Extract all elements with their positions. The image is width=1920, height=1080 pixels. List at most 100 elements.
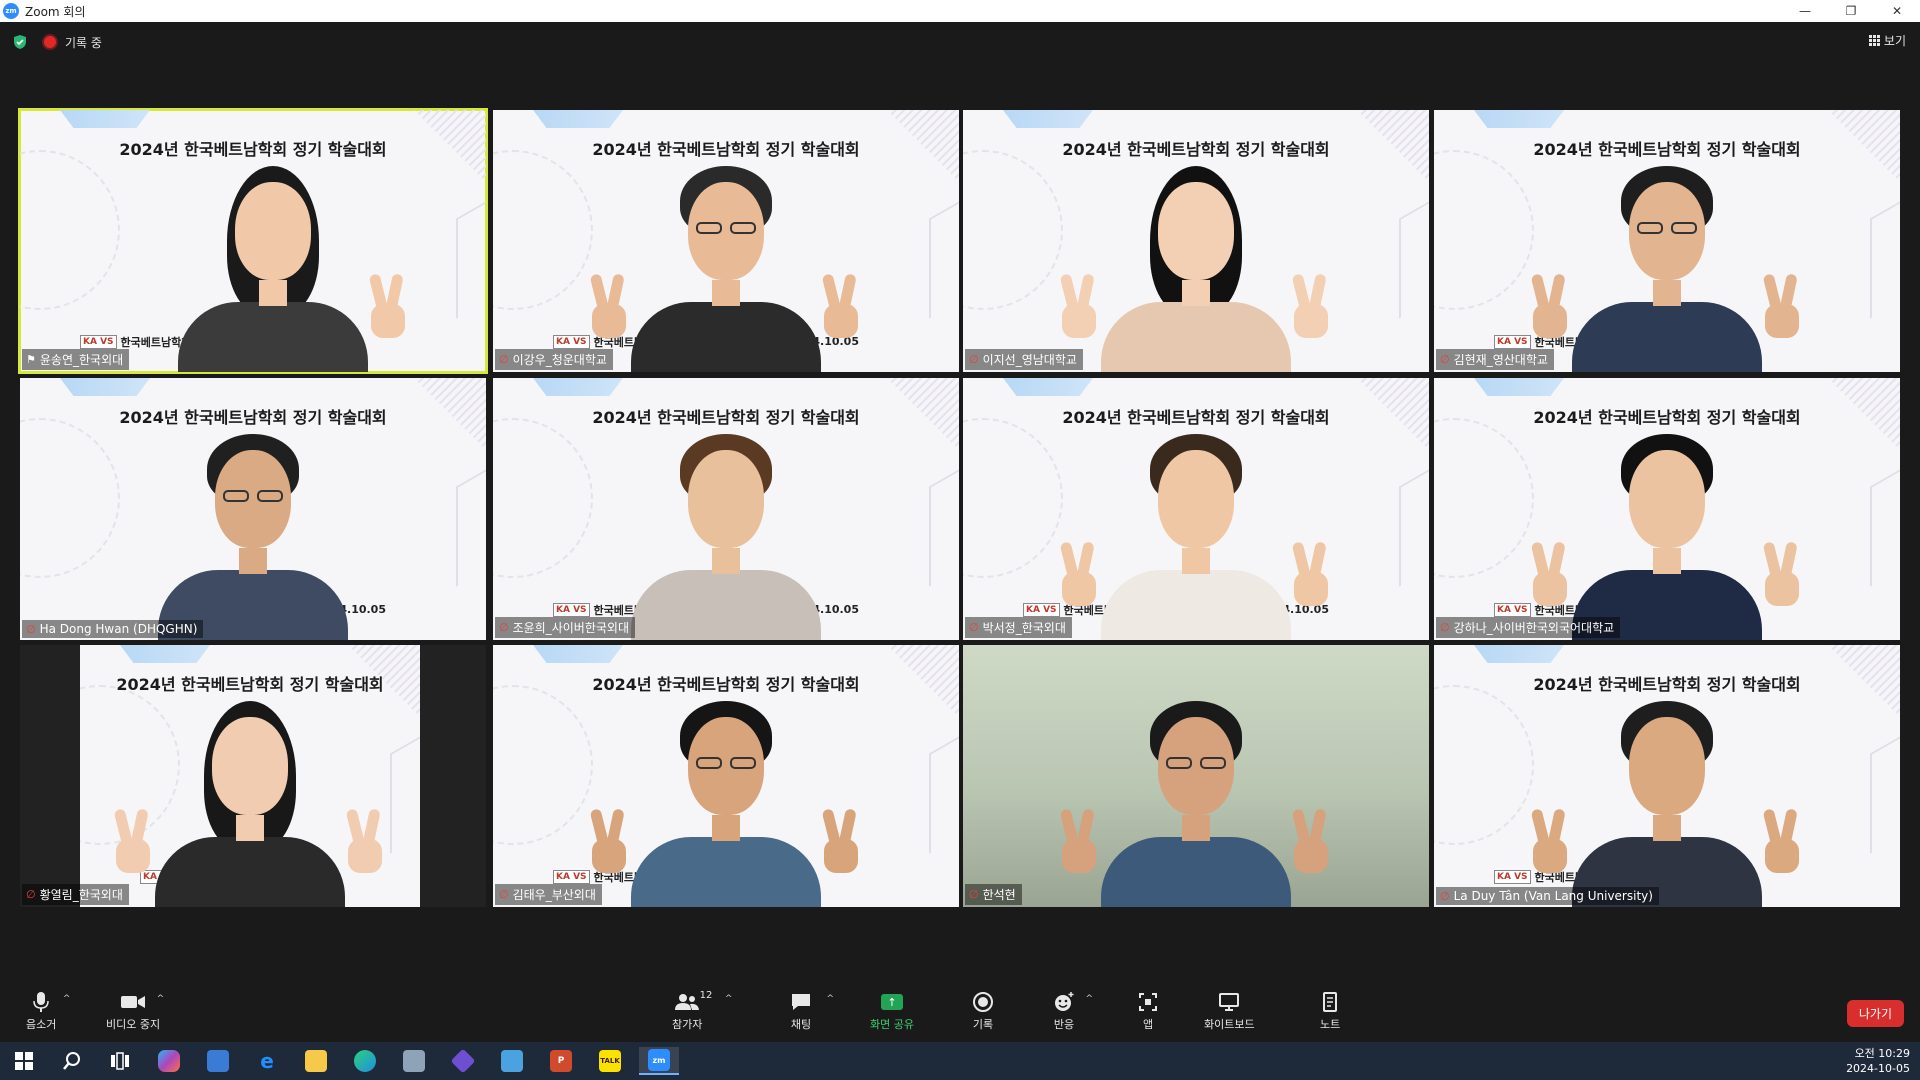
restore-icon[interactable]: ❐ bbox=[1828, 0, 1874, 22]
task-view-icon[interactable] bbox=[100, 1047, 140, 1075]
participant-video-tile[interactable]: ∅ 한석현 bbox=[963, 645, 1429, 907]
grid-icon bbox=[1868, 35, 1880, 46]
apps-button[interactable]: 앱 bbox=[1138, 990, 1158, 1032]
apps-label: 앱 bbox=[1142, 1018, 1154, 1031]
participant-video-tile[interactable]: 2024년 한국베트남학회 정기 학술대회 ∅ 이지선_영남대학교 bbox=[963, 110, 1429, 372]
close-icon[interactable]: ✕ bbox=[1874, 0, 1920, 22]
participant-person bbox=[963, 110, 1429, 372]
record-label: 기록 bbox=[972, 1018, 994, 1031]
peace-sign-hand bbox=[1056, 808, 1100, 873]
participant-video-tile[interactable]: 2024년 한국베트남학회 정기 학술대회 KA VS 한국베트남학회 ∅ La Duy… bbox=[1434, 645, 1900, 907]
peace-sign-hand bbox=[586, 808, 630, 873]
zoom-taskbar-icon[interactable]: zm bbox=[639, 1047, 679, 1075]
peace-sign-hand bbox=[110, 808, 154, 873]
zoom-app-icon: zm bbox=[3, 3, 19, 19]
participant-name: 김현재_영산대학교 bbox=[1453, 353, 1548, 367]
participant-video-tile[interactable]: 2024년 한국베트남학회 정기 학술대회 2024.10.05 KA VS 한국베트… bbox=[493, 110, 959, 372]
muted-microphone-icon: ∅ bbox=[26, 888, 36, 901]
share-label: 화면 공유 bbox=[870, 1018, 914, 1031]
participant-person bbox=[80, 645, 420, 907]
view-button[interactable]: 보기 bbox=[1868, 32, 1906, 49]
microphone-icon bbox=[33, 990, 49, 1014]
participant-person bbox=[1434, 378, 1900, 640]
participants-button[interactable]: 참가자 12 ^ bbox=[672, 990, 732, 1032]
system-clock[interactable]: 오전 10:29 2024-10-05 bbox=[1846, 1046, 1910, 1076]
reactions-button[interactable]: 반응 ^ bbox=[1053, 990, 1093, 1032]
recording-icon bbox=[44, 36, 56, 48]
minimize-icon[interactable]: — bbox=[1782, 0, 1828, 22]
file-explorer-icon[interactable] bbox=[296, 1047, 336, 1075]
chevron-up-icon[interactable]: ^ bbox=[725, 994, 733, 1004]
peace-sign-hand bbox=[1288, 808, 1332, 873]
whiteboard-label: 화이트보드 bbox=[1204, 1018, 1255, 1031]
mute-label: 음소거 bbox=[26, 1018, 57, 1031]
participant-name-label: ∅ 박서정_한국외대 bbox=[965, 617, 1072, 638]
windows-start-icon[interactable] bbox=[4, 1047, 44, 1075]
notes-icon bbox=[1322, 990, 1338, 1014]
participant-video-tile[interactable]: 2024년 한국베트남학회 정기 학술대회 KA VS 한국베트남학회 ∅ 강하나_사이… bbox=[1434, 378, 1900, 640]
store-icon[interactable] bbox=[198, 1047, 238, 1075]
participant-name-label: ∅ 김태우_부산외대 bbox=[495, 884, 602, 905]
participant-video-tile[interactable]: 2024년 한국베트남학회 정기 학술대회KA VS한국베트남학회∅황열림_한국… bbox=[20, 645, 486, 907]
mail-icon[interactable] bbox=[394, 1047, 434, 1075]
chat-icon bbox=[790, 990, 812, 1014]
notepad-icon[interactable] bbox=[492, 1047, 532, 1075]
muted-microphone-icon: ∅ bbox=[1440, 621, 1450, 634]
muted-microphone-icon: ∅ bbox=[26, 622, 36, 636]
participant-video-tile[interactable]: 2024년 한국베트남학회 정기 학술대회 KA VS 한국베트남학회 ∅ 김태우_부산… bbox=[493, 645, 959, 907]
participant-video-tile[interactable]: 2024년 한국베트남학회 정기 학술대회 KA VS 한국베트남학회 ∅ 김현재_영산… bbox=[1434, 110, 1900, 372]
participant-name: 조윤희_사이버한국외대 bbox=[512, 621, 629, 635]
peace-sign-hand bbox=[1527, 273, 1571, 338]
muted-microphone-icon: ∅ bbox=[499, 353, 509, 366]
chat-button[interactable]: 채팅 ^ bbox=[790, 990, 834, 1032]
mute-button[interactable]: 음소거 ^ bbox=[26, 990, 70, 1032]
participant-name-label: ∅ 조윤희_사이버한국외대 bbox=[495, 617, 635, 638]
chevron-up-icon[interactable]: ^ bbox=[1085, 994, 1093, 1004]
copilot-icon[interactable] bbox=[149, 1047, 189, 1075]
reactions-label: 반응 bbox=[1053, 1018, 1075, 1031]
participant-person bbox=[1434, 645, 1900, 907]
participant-person bbox=[493, 645, 959, 907]
powerpoint-icon[interactable]: P bbox=[541, 1047, 581, 1075]
participant-name: 한석현 bbox=[982, 888, 1016, 902]
edge-icon[interactable] bbox=[345, 1047, 385, 1075]
shield-icon[interactable] bbox=[12, 34, 28, 50]
whiteboard-button[interactable]: 화이트보드 bbox=[1204, 990, 1255, 1032]
participant-person bbox=[493, 110, 959, 372]
kakaotalk-icon[interactable]: TALK bbox=[590, 1047, 630, 1075]
internet-explorer-icon[interactable]: e bbox=[247, 1047, 287, 1075]
peace-sign-hand bbox=[1288, 541, 1332, 606]
participant-name: Ha Dong Hwan (DHQGHN) bbox=[39, 622, 198, 636]
muted-microphone-icon: ∅ bbox=[969, 888, 979, 901]
apps-icon bbox=[1138, 990, 1158, 1014]
peace-sign-hand bbox=[342, 808, 386, 873]
chevron-up-icon[interactable]: ^ bbox=[63, 994, 71, 1004]
participant-video-tile[interactable]: 2024년 한국베트남학회 정기 학술대회 2024.10.05 KA VS 한국베트… bbox=[963, 378, 1429, 640]
chevron-up-icon[interactable]: ^ bbox=[157, 994, 165, 1004]
stop-video-button[interactable]: 비디오 중지 ^ bbox=[106, 990, 164, 1032]
participant-video-tile[interactable]: 2024년 한국베트남학회 정기 학술대회 2024.10.05 KA VS 한국베트… bbox=[493, 378, 959, 640]
notes-button[interactable]: 노트 bbox=[1320, 990, 1340, 1032]
media-player-icon[interactable] bbox=[443, 1047, 483, 1075]
peace-sign-hand bbox=[586, 273, 630, 338]
chevron-up-icon[interactable]: ^ bbox=[826, 994, 834, 1004]
peace-sign-hand bbox=[1056, 273, 1100, 338]
participant-name: 이지선_영남대학교 bbox=[982, 353, 1077, 367]
participant-name: 강하나_사이버한국외국어대학교 bbox=[1453, 621, 1615, 635]
record-button[interactable]: 기록 bbox=[972, 990, 994, 1032]
muted-microphone-icon: ∅ bbox=[969, 621, 979, 634]
participant-name-label: ∅ 김현재_영산대학교 bbox=[1436, 349, 1554, 370]
participant-video-tile[interactable]: 2024년 한국베트남학회 정기 학술대회 2024.10.05 ∅ Ha Dong … bbox=[20, 378, 486, 640]
search-icon[interactable] bbox=[52, 1047, 92, 1075]
peace-sign-hand bbox=[818, 273, 862, 338]
muted-microphone-icon: ∅ bbox=[1440, 889, 1450, 903]
participant-name-label: ∅ 황열림_한국외대 bbox=[22, 884, 129, 905]
participant-person bbox=[1434, 110, 1900, 372]
participant-video-tile[interactable]: 2024년 한국베트남학회 정기 학술대회 KA VS 한국베트남학회 ⚑ 윤송연_한국… bbox=[18, 108, 488, 374]
participant-person bbox=[493, 378, 959, 640]
participant-name: 이강우_청운대학교 bbox=[512, 353, 607, 367]
leave-button[interactable]: 나가기 bbox=[1846, 1000, 1904, 1027]
meeting-area: 기록 중 보기 2024년 한국베트남학회 정기 학술대회 KA VS 한국베트남학… bbox=[0, 22, 1920, 980]
share-screen-button[interactable]: ↑ 화면 공유 bbox=[870, 990, 914, 1032]
participant-name-label: ∅ La Duy Tân (Van Lang University) bbox=[1436, 887, 1659, 905]
